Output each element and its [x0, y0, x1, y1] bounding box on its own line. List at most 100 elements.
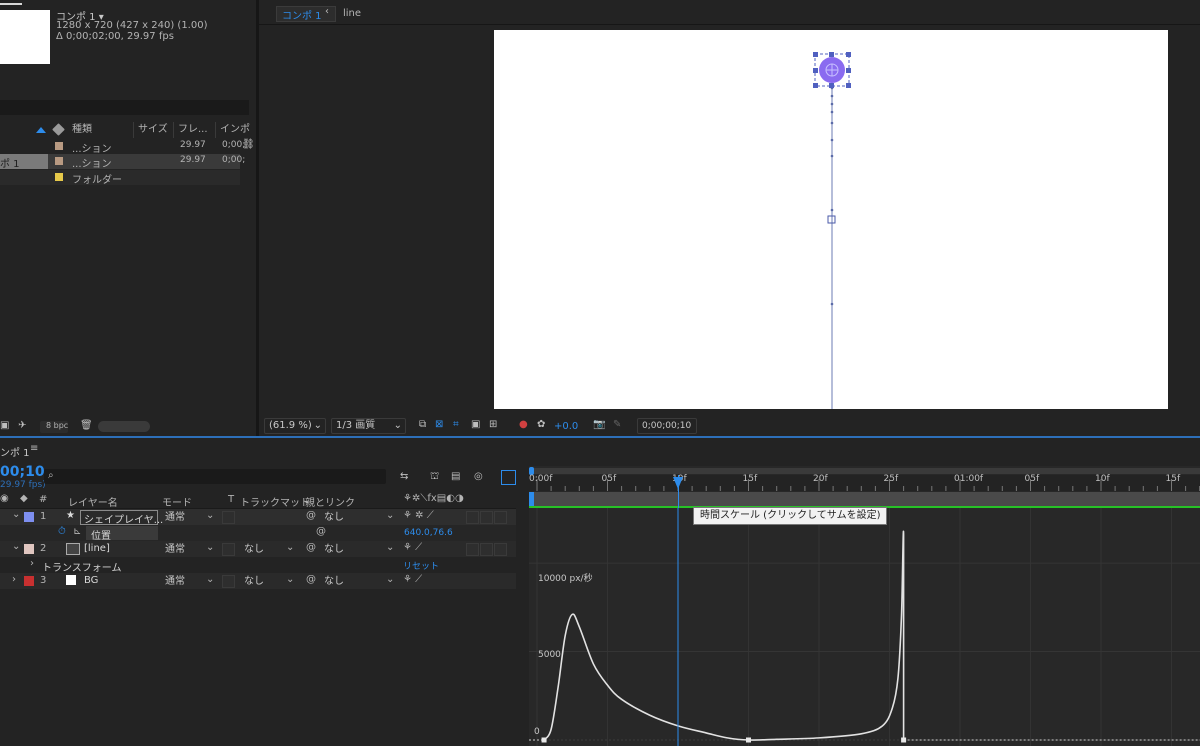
expand-chevron-icon[interactable]: › — [12, 574, 16, 585]
new-comp-icon[interactable]: ▣ — [0, 420, 9, 432]
motion-blur-icon[interactable]: ◎ — [474, 471, 483, 483]
draft-3d-icon[interactable]: ⛫ — [430, 471, 439, 483]
project-search-input[interactable] — [0, 100, 249, 115]
breadcrumb[interactable]: line — [343, 8, 361, 19]
thumbnail-slider[interactable] — [98, 421, 150, 432]
parent-dropdown[interactable]: なし — [324, 543, 344, 556]
transparency-grid-icon[interactable]: ⊠ — [435, 419, 443, 431]
exposure-value[interactable]: +0.0 — [554, 421, 578, 432]
reset-link[interactable]: リセット — [403, 559, 439, 572]
pickwhip-icon[interactable]: @ — [306, 510, 316, 521]
layer-switches[interactable]: ⚘ ⟋ — [403, 574, 422, 585]
resolution-dropdown[interactable]: 1/3 画質 ⌄ — [331, 418, 406, 434]
layer-search-input[interactable]: ⌕ — [44, 469, 386, 484]
expand-chevron-icon[interactable]: › — [30, 558, 34, 569]
graph-icon[interactable]: ⊾ — [73, 526, 81, 537]
shape-selection — [813, 52, 851, 88]
flowchart-icon[interactable]: ⛓ — [242, 139, 255, 150]
panel-menu-icon[interactable]: ≡ — [30, 443, 38, 454]
property-row-position[interactable]: ⏱ ⊾ 位置 @ 640.0,76.6 — [0, 525, 516, 542]
stopwatch-icon[interactable]: ⏱ — [58, 526, 66, 537]
label-color-swatch[interactable] — [24, 512, 34, 522]
keyframe-marker — [541, 737, 547, 743]
project-item-row[interactable]: ...ション 29.97 0;00; ⛓ — [0, 139, 256, 155]
fast-preview-icon[interactable]: ⧉ — [419, 419, 426, 431]
star-icon: ★ — [66, 510, 75, 521]
matte-toggle[interactable] — [222, 575, 235, 588]
mode-dropdown[interactable]: 通常 — [165, 511, 185, 524]
frame-blending-icon[interactable]: ▤ — [451, 471, 460, 483]
column-type[interactable]: 種類 — [68, 122, 134, 138]
layer-switches[interactable]: ⚘ ⟋ — [403, 542, 422, 553]
expression-pickwhip-icon[interactable]: @ — [316, 526, 326, 537]
mask-visibility-icon[interactable]: ⌗ — [453, 419, 459, 431]
layer-name-column[interactable]: レイヤー名 — [68, 494, 118, 509]
timecode-box[interactable]: 0;00;00;10 — [637, 418, 697, 434]
color-channels-icon[interactable]: ● — [519, 419, 528, 431]
position-value[interactable]: 640.0,76.6 — [404, 528, 453, 538]
matte-toggle[interactable] — [222, 511, 235, 524]
track-matte-dropdown[interactable]: なし — [244, 543, 264, 556]
layer-row[interactable]: ⌄ 1 ★ シェイプレイヤ... 通常 ⌄ @ なし ⌄ ⚘ ✲ ⟋ — [0, 509, 516, 526]
project-item-row[interactable]: ポ 1 ...ション 29.97 0;00; — [0, 154, 245, 170]
back-chevron-icon[interactable]: ‹ — [325, 6, 329, 17]
work-area-bar[interactable] — [529, 492, 1200, 506]
eye-column-icon: ◉ — [0, 493, 9, 504]
column-inpoint[interactable]: インポ — [216, 122, 256, 138]
zoom-dropdown[interactable]: (61.9 %) ⌄ — [264, 418, 326, 434]
parent-dropdown[interactable]: なし — [324, 511, 344, 524]
column-size[interactable]: サイズ — [134, 122, 174, 138]
comp-canvas[interactable] — [494, 30, 1168, 409]
keyframe-marker — [746, 737, 751, 743]
property-row-transform[interactable]: › トランスフォーム リセット — [0, 557, 516, 574]
color-management-icon[interactable]: ✿ — [537, 419, 545, 431]
expand-chevron-icon[interactable]: ⌄ — [12, 509, 20, 520]
label-color-swatch[interactable] — [55, 142, 63, 150]
pickwhip-icon[interactable]: @ — [306, 542, 316, 553]
current-time[interactable]: 00;10 — [0, 464, 45, 480]
project-footer: ▣ ✈ 8 bpc 🗑 — [0, 418, 256, 436]
ruler-tick-label: 10f — [1095, 474, 1110, 484]
parent-dropdown[interactable]: なし — [324, 575, 344, 588]
trash-icon[interactable]: 🗑 — [80, 420, 93, 432]
speed-graph[interactable] — [529, 508, 1200, 746]
label-color-swatch[interactable] — [24, 544, 34, 554]
timeline-tab[interactable]: ンポ 1 — [0, 444, 30, 459]
label-color-swatch[interactable] — [55, 157, 63, 165]
layer-row[interactable]: ⌄ 2 [line] 通常 ⌄ なし ⌄ @ なし ⌄ ⚘ ⟋ — [0, 541, 516, 557]
label-color-swatch[interactable] — [24, 576, 34, 586]
layer-row[interactable]: › 3 BG 通常 ⌄ なし ⌄ @ なし ⌄ ⚘ ⟋ — [0, 573, 516, 589]
mode-dropdown[interactable]: 通常 — [165, 543, 185, 556]
work-area-start[interactable] — [529, 492, 534, 506]
pickwhip-icon[interactable]: @ — [306, 574, 316, 585]
graph-editor[interactable]: 0:00f 05f 10f 15f 20f 25f 01:00f 05f 10f 15f 時間スケ… — [529, 466, 1200, 746]
region-of-interest-icon[interactable]: ▣ — [471, 419, 480, 431]
layer-switches[interactable]: ⚘ ✲ ⟋ — [403, 510, 434, 521]
ruler-labels: 0:00f 05f 10f 15f 20f 25f 01:00f 05f 10f 15f — [529, 474, 1200, 489]
label-color-swatch[interactable] — [55, 173, 63, 181]
show-snapshot-icon[interactable]: ✎ — [613, 419, 621, 431]
chevron-down-icon: ⌄ — [286, 542, 295, 553]
ruler-tick-label: 25f — [883, 474, 899, 484]
track-matte-dropdown[interactable]: なし — [244, 575, 264, 588]
playhead-line-top — [678, 475, 679, 508]
chevron-down-icon: ⌄ — [206, 574, 215, 585]
mode-dropdown[interactable]: 通常 — [165, 575, 185, 588]
snapshot-icon[interactable]: 📷 — [593, 419, 605, 431]
flowchart-send-icon[interactable]: ✈ — [18, 420, 26, 432]
column-fps[interactable]: フレ... — [174, 122, 216, 138]
expand-chevron-icon[interactable]: ⌄ — [12, 541, 20, 552]
chevron-down-icon: ⌄ — [386, 574, 395, 585]
shape-layer-overlay[interactable] — [494, 30, 1168, 409]
matte-toggle[interactable] — [222, 543, 235, 556]
keyframe-marker — [901, 737, 907, 743]
comp-mini-flowchart-icon[interactable]: ⇆ — [400, 471, 408, 483]
chevron-down-icon: ⌄ — [206, 542, 215, 553]
sort-up-icon[interactable] — [36, 127, 46, 133]
project-item-row[interactable]: フォルダー — [0, 170, 240, 186]
graph-editor-toggle-icon[interactable] — [501, 470, 516, 485]
graph-label-zero: 0 — [534, 727, 540, 737]
label-tag-icon — [52, 123, 65, 136]
solid-icon — [66, 575, 76, 585]
grid-guides-icon[interactable]: ⊞ — [489, 419, 497, 431]
